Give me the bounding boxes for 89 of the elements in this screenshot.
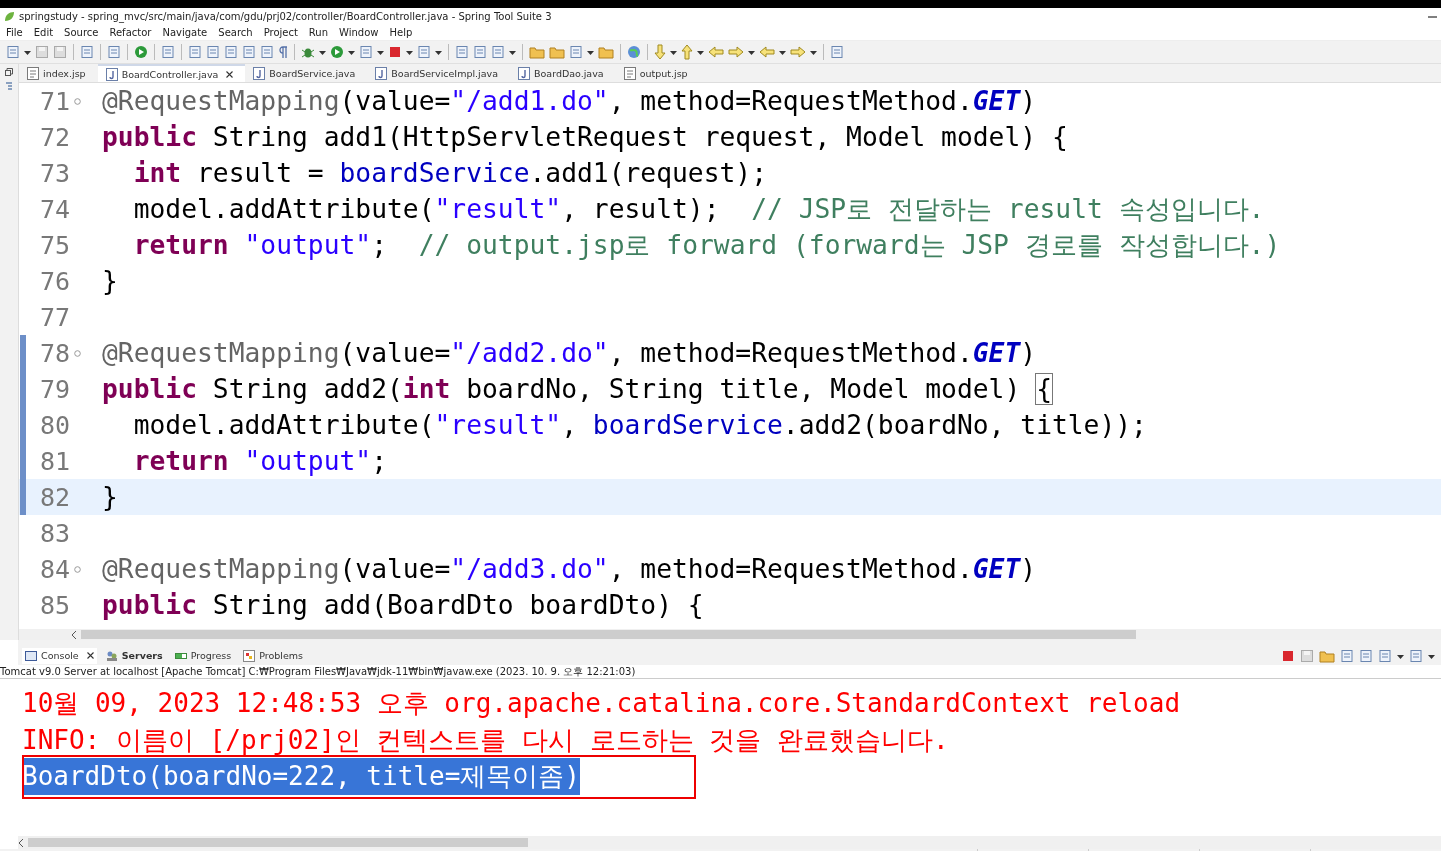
file-icon[interactable] xyxy=(1359,648,1373,663)
line-number: 77 xyxy=(38,302,70,332)
line-number: 76 xyxy=(38,266,70,296)
code-line: public String add2(int boardNo, String title, Model model) { xyxy=(101,374,1052,404)
outline-icon[interactable] xyxy=(5,82,13,91)
line-number: 74 xyxy=(38,194,70,224)
problems-icon xyxy=(243,649,256,662)
code-line: @RequestMapping(value="/add1.do", method=RequestMethod.GET) xyxy=(101,86,1037,116)
scrollbar-thumb[interactable] xyxy=(28,838,528,847)
servers-icon xyxy=(105,649,118,662)
save-all-icon[interactable] xyxy=(53,45,67,59)
code-line: return "output"; // output.jsp로 forward (forward는 JSP 경로를 작성합니다.) xyxy=(132,228,1281,262)
fold-icon[interactable] xyxy=(73,349,81,357)
scroll-left-icon[interactable] xyxy=(18,838,24,847)
console-icon xyxy=(25,649,37,662)
view-tab[interactable]: Console xyxy=(22,647,97,664)
line-number: 72 xyxy=(38,122,70,152)
line-number: 78 xyxy=(38,338,70,368)
close-icon[interactable] xyxy=(86,652,94,659)
menu-item[interactable]: File xyxy=(6,26,23,38)
new-file-icon[interactable] xyxy=(1409,648,1423,663)
menu-item[interactable]: Refactor xyxy=(109,26,152,38)
file-icon[interactable] xyxy=(260,45,274,59)
console-line: INFO: 이름이 [/prj02]인 컨텍스트를 다시 로드하는 것을 완료했습니다. xyxy=(22,723,949,757)
folder-icon[interactable] xyxy=(529,45,545,59)
editor-tab[interactable]: BoardDao.java xyxy=(510,64,616,82)
code-line: } xyxy=(101,482,118,512)
menu-item[interactable]: Project xyxy=(263,26,298,38)
window-title: springstudy - spring_mvc/src/main/java/com/gdu/prj02/controller/BoardController.java - Spring Tool Suite 3 xyxy=(19,10,553,22)
run-icon[interactable] xyxy=(330,45,344,59)
java-file-icon xyxy=(253,66,266,80)
code-line: @RequestMapping(value="/add3.do", method=RequestMethod.GET) xyxy=(101,554,1037,584)
view-tab[interactable]: Servers xyxy=(102,647,166,664)
save-icon[interactable] xyxy=(1300,648,1314,663)
scrollbar-thumb[interactable] xyxy=(81,630,1136,639)
fold-icon[interactable] xyxy=(73,97,81,105)
code-line: return "output"; xyxy=(132,446,387,476)
stop-icon[interactable] xyxy=(388,45,402,59)
pilcrow-icon[interactable] xyxy=(278,45,288,59)
file-icon[interactable] xyxy=(242,45,256,59)
menu-item[interactable]: Edit xyxy=(33,26,54,38)
code-line: public String add(BoardDto boardDto) { xyxy=(101,590,704,620)
code-line: public String add1(HttpServletRequest request, Model model) { xyxy=(101,122,1068,152)
leaf-logo-icon xyxy=(4,10,15,22)
view-tab[interactable]: Progress xyxy=(171,647,235,664)
folder-icon[interactable] xyxy=(1319,648,1335,663)
line-number: 84 xyxy=(38,554,70,584)
line-number: 83 xyxy=(38,518,70,548)
file-icon[interactable] xyxy=(1378,648,1392,663)
folder-icon[interactable] xyxy=(549,45,565,59)
stop-icon[interactable] xyxy=(1281,648,1295,663)
code-line: model.addAttribute("result", result); // JSP로 전달하는 result 속성입니다. xyxy=(132,192,1265,226)
line-number: 75 xyxy=(38,230,70,260)
java-file-icon xyxy=(518,66,530,80)
line-number: 81 xyxy=(38,446,70,476)
menu-item[interactable]: Navigate xyxy=(162,26,208,38)
menu-item[interactable]: Window xyxy=(339,26,379,38)
line-number: 85 xyxy=(38,590,70,620)
line-number: 82 xyxy=(38,482,70,512)
editor-tab[interactable]: output.jsp xyxy=(615,64,700,82)
scroll-left-icon[interactable] xyxy=(71,630,77,639)
line-number: 73 xyxy=(38,158,70,188)
code-line: int result = boardService.add1(request); xyxy=(132,158,767,188)
process-label: Tomcat v9.0 Server at localhost [Apache Tomcat] C:₩Program Files₩Java₩jdk-11₩bin₩javaw.exe (2023. 10. 9. 오후 12:21:03) xyxy=(0,665,1441,679)
restore-icon[interactable] xyxy=(5,68,13,76)
code-line: model.addAttribute("result", boardService.add2(boardNo, title)); xyxy=(132,410,1147,440)
jsp-file-icon xyxy=(27,66,39,80)
menu-item[interactable]: Run xyxy=(308,26,329,38)
editor-tab[interactable]: BoardService.java xyxy=(245,64,368,82)
menu-item[interactable]: Search xyxy=(218,26,253,38)
close-icon[interactable] xyxy=(226,70,234,78)
line-number: 71 xyxy=(38,86,70,116)
jsp-file-icon xyxy=(623,66,636,80)
globe-icon[interactable] xyxy=(627,45,641,59)
console-line: 10월 09, 2023 12:48:53 오후 org.apache.catalina.core.StandardContext reload xyxy=(22,687,1181,720)
menu-item[interactable]: Source xyxy=(64,26,99,38)
line-number: 80 xyxy=(38,410,70,440)
editor-tab[interactable]: BoardServiceImpl.java xyxy=(367,64,510,82)
line-number: 79 xyxy=(38,374,70,404)
view-tab[interactable]: Problems xyxy=(240,647,306,664)
code-line: } xyxy=(101,266,118,296)
java-file-icon xyxy=(375,66,388,80)
menu-item[interactable]: Help xyxy=(389,26,413,38)
editor-tab[interactable]: BoardController.java xyxy=(97,64,246,82)
java-file-icon xyxy=(105,67,118,81)
fold-icon[interactable] xyxy=(73,565,81,573)
power-icon[interactable] xyxy=(134,45,148,59)
editor-tab[interactable]: index.jsp xyxy=(19,64,98,82)
code-line: @RequestMapping(value="/add2.do", method=RequestMethod.GET) xyxy=(101,338,1037,368)
